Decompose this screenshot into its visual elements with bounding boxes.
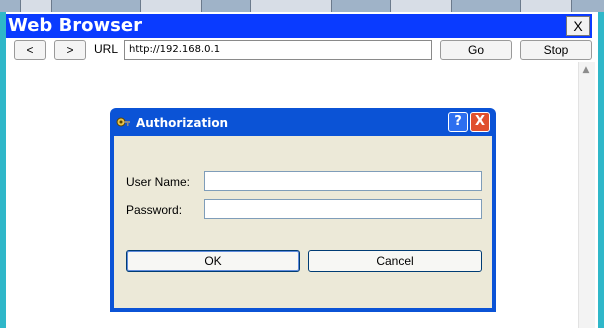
ok-button[interactable]: OK — [126, 250, 300, 272]
desktop-tile — [250, 0, 332, 12]
desktop-tile — [140, 0, 202, 12]
stop-button[interactable]: Stop — [520, 40, 592, 60]
dialog-help-button[interactable]: ? — [448, 112, 468, 132]
window-close-button[interactable]: X — [566, 16, 590, 36]
keys-icon — [116, 117, 130, 127]
password-field[interactable] — [204, 199, 482, 219]
back-button[interactable]: < — [14, 40, 46, 60]
dialog-title: Authorization — [136, 116, 229, 130]
url-label: URL — [94, 42, 119, 56]
window-frame-right — [598, 12, 604, 328]
password-label: Password: — [126, 203, 183, 217]
url-input[interactable]: http://192.168.0.1 — [124, 40, 432, 60]
dialog-close-button[interactable]: X — [470, 112, 490, 132]
desktop-tile — [520, 0, 572, 12]
cancel-button[interactable]: Cancel — [308, 250, 482, 272]
desktop-tile — [20, 0, 52, 12]
desktop-strip — [0, 0, 604, 12]
username-field[interactable] — [204, 171, 482, 191]
forward-button[interactable]: > — [54, 40, 86, 60]
title-bar: Web Browser — [6, 14, 592, 38]
vertical-scrollbar[interactable] — [578, 62, 595, 328]
username-label: User Name: — [126, 175, 191, 189]
desktop-tile — [390, 0, 452, 12]
dialog-body — [114, 136, 492, 308]
scroll-up-arrow-icon[interactable]: ▲ — [578, 62, 594, 78]
window-title: Web Browser — [8, 15, 142, 36]
go-button[interactable]: Go — [440, 40, 512, 60]
